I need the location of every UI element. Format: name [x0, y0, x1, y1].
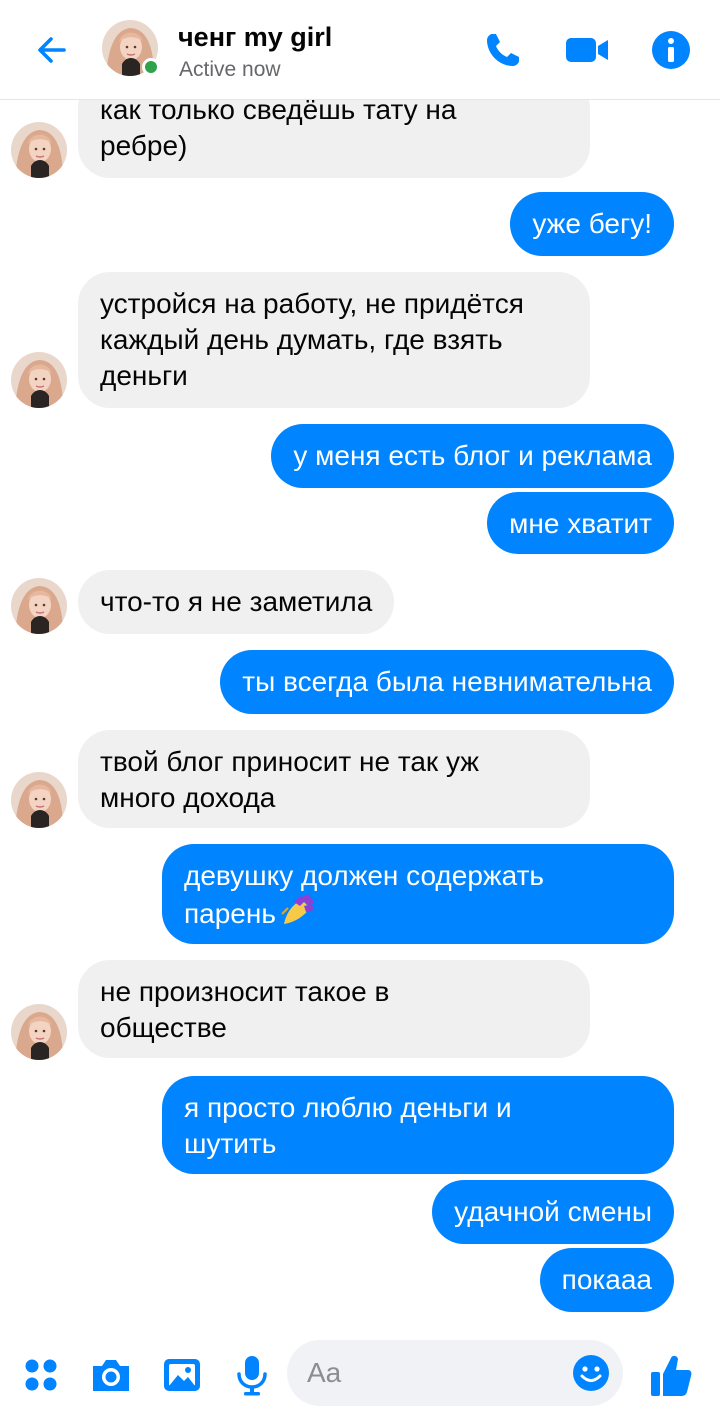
message-line: ребре) [100, 130, 188, 161]
message-line: не произносит такое в [100, 976, 390, 1007]
outgoing-message: удачной смены [432, 1180, 674, 1244]
like-button[interactable] [646, 1348, 696, 1402]
outgoing-message: покааа [539, 1248, 674, 1312]
gallery-icon [164, 1359, 200, 1391]
message-text: уже бегу! [532, 208, 652, 239]
message-input[interactable] [307, 1340, 577, 1406]
back-arrow-icon [38, 37, 66, 63]
incoming-message: твой блог приносит не так уж много доход… [78, 730, 590, 828]
incoming-message: устройся на работу, не придётся каждый д… [78, 272, 590, 408]
message-text: ты всегда была невнимательна [242, 666, 652, 697]
contact-avatar[interactable] [11, 1004, 67, 1060]
message-line: девушку должен содержать [184, 860, 545, 891]
message-input-wrapper [287, 1340, 623, 1406]
message-line: устройся на работу, не придётся [100, 288, 524, 319]
message-thread[interactable]: как только сведёшь тату на ребре) уже бе… [0, 0, 720, 1330]
message-line: деньги [100, 360, 188, 391]
more-actions-button[interactable] [16, 1350, 66, 1400]
voice-message-button[interactable] [227, 1350, 277, 1400]
camera-button[interactable] [86, 1350, 136, 1400]
phone-icon [487, 34, 519, 66]
message-line: обществе [100, 1012, 227, 1043]
message-text: у меня есть блог и реклама [293, 440, 652, 471]
message-line: парень [184, 894, 652, 937]
emoji-icon [573, 1355, 609, 1391]
online-indicator [142, 58, 160, 76]
outgoing-message: уже бегу! [510, 192, 674, 256]
message-text: мне хватит [509, 508, 652, 539]
contact-avatar[interactable] [11, 352, 67, 408]
emoji-button[interactable] [571, 1353, 611, 1393]
message-text: покааа [561, 1264, 652, 1295]
outgoing-message: девушку должен содержать парень [162, 844, 674, 944]
message-line: много дохода [100, 782, 276, 813]
conversation-header: ченг my girl Active now [0, 0, 720, 100]
outgoing-message: мне хватит [487, 492, 674, 554]
outgoing-message: у меня есть блог и реклама [271, 424, 674, 488]
video-call-button[interactable] [564, 27, 610, 73]
info-button[interactable] [648, 27, 694, 73]
header-avatar[interactable] [102, 20, 160, 76]
incoming-message: что-то я не заметила [78, 570, 395, 634]
contact-avatar[interactable] [11, 772, 67, 828]
video-camera-icon [566, 38, 608, 62]
message-text: парень [184, 897, 276, 929]
contact-avatar[interactable] [11, 578, 67, 634]
camera-icon [93, 1360, 129, 1391]
incoming-message: не произносит такое в обществе [78, 960, 590, 1058]
gallery-button[interactable] [157, 1350, 207, 1400]
outgoing-message: я просто люблю деньги и шутить [162, 1076, 674, 1174]
menu-dots-icon [25, 1359, 57, 1391]
message-line: я просто люблю деньги и [184, 1092, 512, 1123]
message-text: что-то я не заметила [100, 586, 373, 617]
message-text: удачной смены [454, 1196, 652, 1227]
back-button[interactable] [28, 26, 76, 74]
nail-polish-icon [280, 894, 316, 937]
message-line: каждый день думать, где взять [100, 324, 503, 355]
message-line: твой блог приносит не так уж [100, 746, 479, 777]
outgoing-message: ты всегда была невнимательна [220, 650, 674, 714]
microphone-icon [237, 1356, 267, 1396]
call-button[interactable] [480, 27, 526, 73]
info-icon [652, 31, 690, 69]
message-line: шутить [184, 1128, 277, 1159]
active-status: Active now [179, 58, 281, 81]
contact-name[interactable]: ченг my girl [178, 22, 332, 53]
contact-avatar[interactable] [11, 122, 67, 178]
thumbs-up-icon [651, 1355, 692, 1396]
